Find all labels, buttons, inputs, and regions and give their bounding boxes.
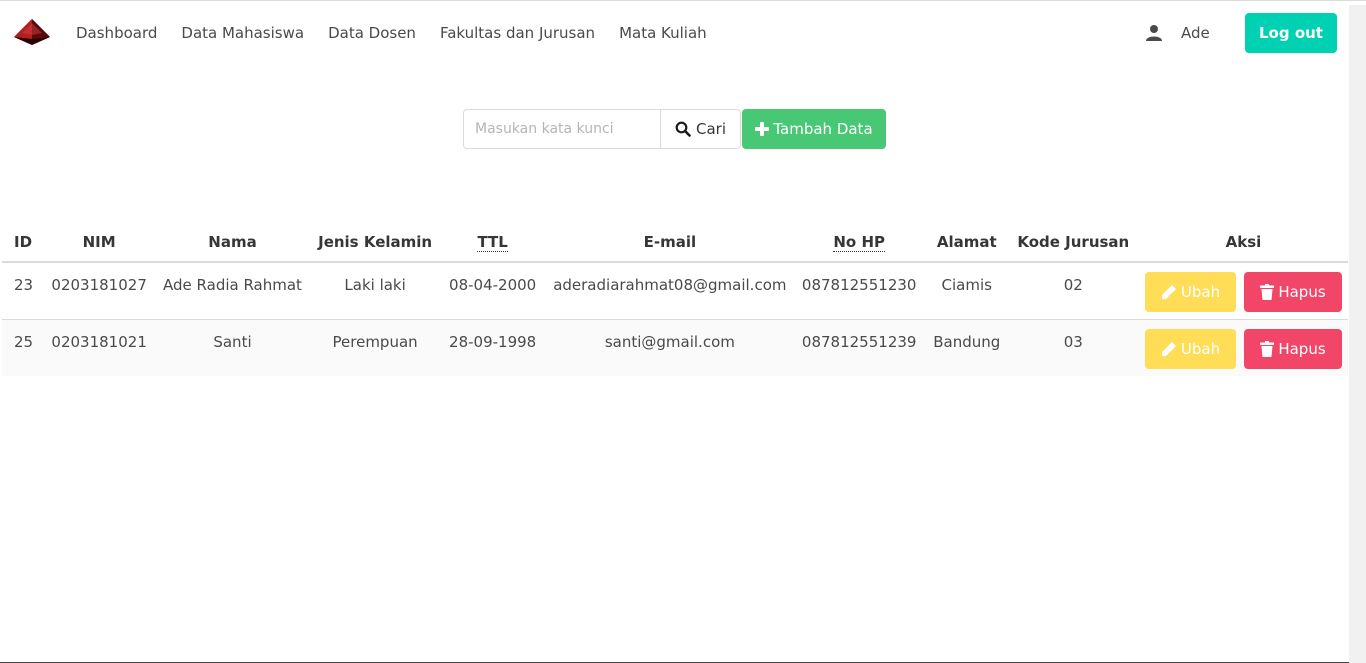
search-input[interactable]	[463, 109, 661, 149]
nav-link-data-dosen[interactable]: Data Dosen	[328, 24, 416, 42]
nav-link-dashboard[interactable]: Dashboard	[76, 24, 157, 42]
edit-button-label: Ubah	[1180, 339, 1221, 358]
navbar: Dashboard Data Mahasiswa Data Dosen Faku…	[0, 5, 1349, 61]
cell-id: 25	[14, 332, 34, 351]
pencil-icon	[1161, 341, 1176, 356]
header-nama: Nama	[152, 222, 313, 263]
user-name: Ade	[1181, 24, 1210, 42]
pyramid-logo-icon[interactable]	[12, 17, 52, 47]
cell-nim: 0203181027	[45, 262, 153, 320]
search-icon	[675, 121, 691, 137]
header-ttl-abbr: TTL	[477, 232, 508, 252]
cell-jenis-kelamin: Perempuan	[332, 332, 418, 351]
cell-no-hp: 087812551239	[801, 332, 917, 351]
header-jenis-kelamin: Jenis Kelamin	[312, 222, 439, 263]
cell-kode-jurusan: 03	[1063, 332, 1083, 351]
delete-button[interactable]: Hapus	[1244, 272, 1342, 312]
delete-button-label: Hapus	[1278, 339, 1326, 358]
user-menu[interactable]: Ade	[1145, 5, 1210, 61]
edit-button-label: Ubah	[1180, 283, 1221, 301]
search-button-label: Cari	[696, 120, 726, 138]
cell-ttl: 08-04-2000	[438, 262, 548, 320]
header-no-hp-abbr: No HP	[833, 232, 885, 252]
edit-button[interactable]: Ubah	[1145, 328, 1236, 369]
nav-link-data-mahasiswa[interactable]: Data Mahasiswa	[181, 24, 304, 42]
cell-ttl: 28-09-1998	[449, 332, 537, 351]
trash-icon	[1260, 340, 1275, 357]
header-id: ID	[2, 222, 46, 263]
delete-button-label: Hapus	[1278, 283, 1326, 301]
table-row: 25 0203181021 Santi Perempuan 28-09-1998…	[2, 319, 1348, 376]
cell-email: aderadiarahmat08@gmail.com	[547, 262, 793, 320]
table-header-row: ID NIM Nama Jenis Kelamin TTL E-mail No …	[2, 222, 1348, 263]
search-button[interactable]: Cari	[661, 109, 741, 149]
cell-nama: Ade Radia Rahmat	[152, 262, 313, 320]
cell-alamat: Ciamis	[925, 262, 1008, 320]
pencil-icon	[1161, 285, 1176, 299]
nav-link-fakultas-jurusan[interactable]: Fakultas dan Jurusan	[440, 24, 595, 42]
trash-icon	[1260, 284, 1275, 300]
cell-kode-jurusan: 02	[1007, 262, 1139, 320]
header-aksi: Aksi	[1139, 222, 1348, 263]
cell-nim: 0203181021	[51, 332, 147, 351]
cell-jenis-kelamin: Laki laki	[312, 262, 439, 320]
search-bar: Cari Tambah Data	[463, 109, 886, 149]
plus-icon	[755, 122, 770, 136]
cell-aksi: Ubah Hapus	[1139, 319, 1348, 376]
header-no-hp: No HP	[792, 222, 926, 263]
header-email: E-mail	[547, 222, 793, 263]
header-nim: NIM	[45, 222, 153, 263]
nav-link-mata-kuliah[interactable]: Mata Kuliah	[619, 24, 707, 42]
cell-id: 23	[2, 262, 46, 320]
cell-alamat: Bandung	[933, 332, 1001, 351]
user-icon	[1145, 24, 1163, 42]
delete-button[interactable]: Hapus	[1244, 328, 1342, 369]
header-ttl: TTL	[438, 222, 548, 263]
header-alamat: Alamat	[925, 222, 1008, 263]
nav-links: Dashboard Data Mahasiswa Data Dosen Faku…	[76, 5, 731, 61]
table-row: 23 0203181027 Ade Radia Rahmat Laki laki…	[2, 262, 1348, 320]
header-kode-jurusan: Kode Jurusan	[1007, 222, 1139, 263]
cell-nama: Santi	[213, 332, 252, 351]
cell-no-hp: 087812551230	[792, 262, 926, 320]
mahasiswa-table: ID NIM Nama Jenis Kelamin TTL E-mail No …	[2, 222, 1348, 376]
vertical-scrollbar[interactable]	[1349, 5, 1366, 663]
logout-button[interactable]: Log out	[1245, 13, 1337, 53]
cell-aksi: Ubah Hapus	[1139, 262, 1348, 320]
cell-email: santi@gmail.com	[604, 332, 735, 351]
add-data-label: Tambah Data	[773, 120, 873, 138]
add-data-button[interactable]: Tambah Data	[742, 109, 886, 149]
edit-button[interactable]: Ubah	[1145, 272, 1236, 312]
